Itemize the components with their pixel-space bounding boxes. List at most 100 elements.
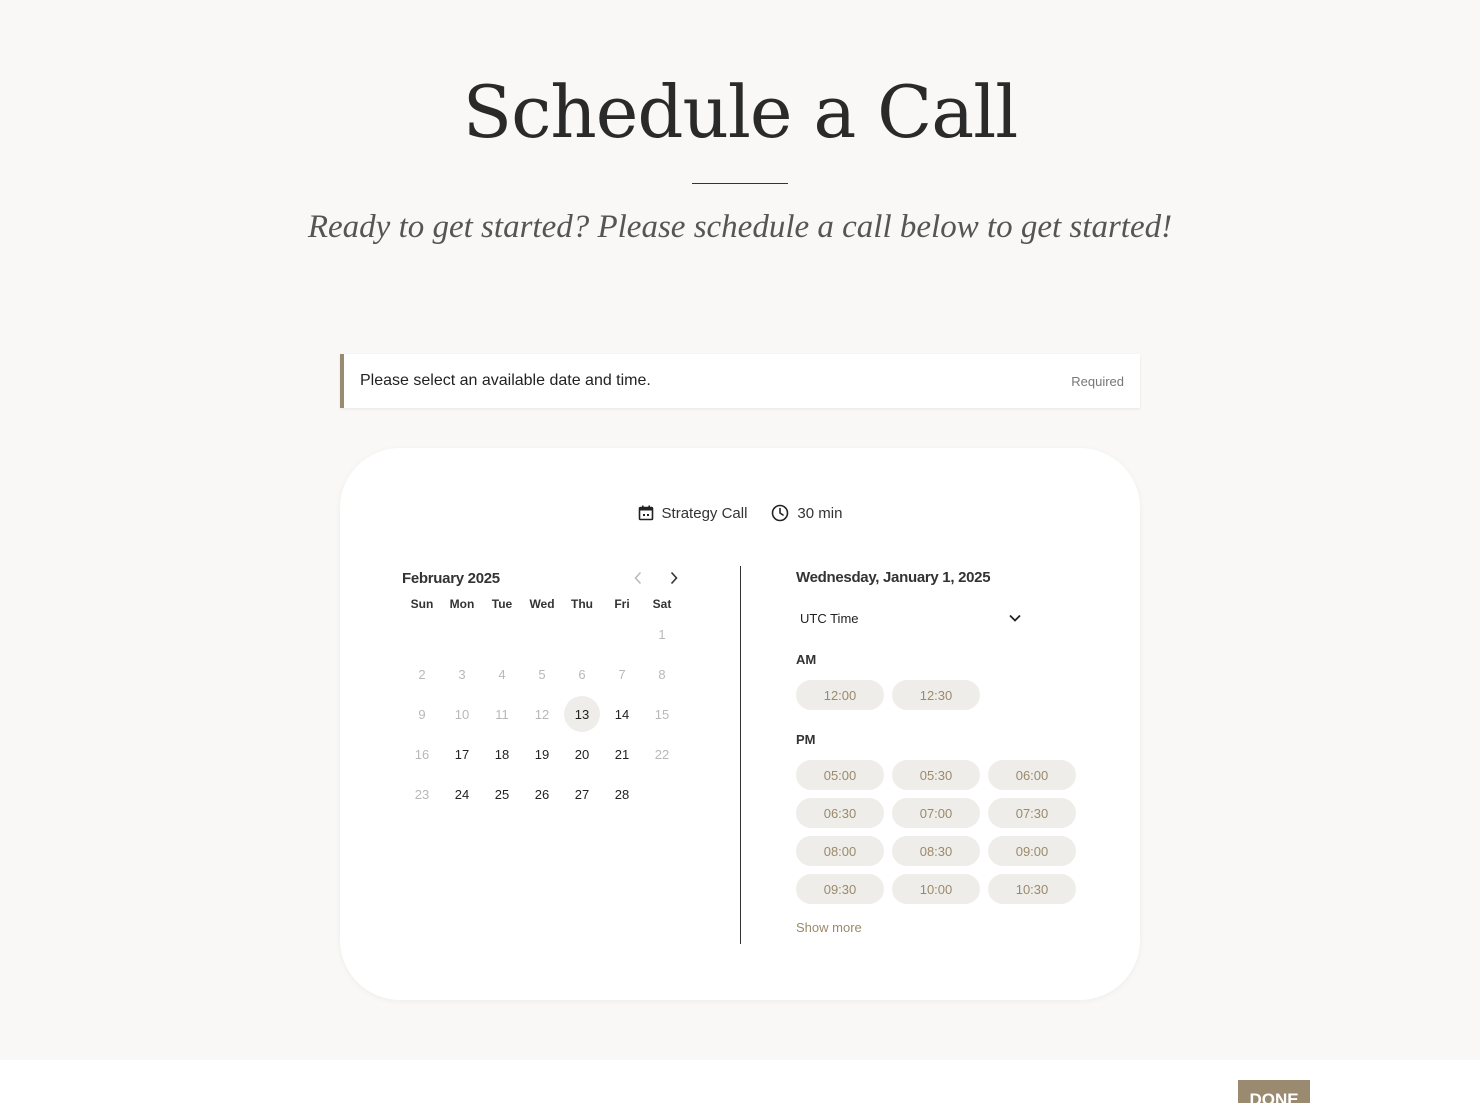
calendar-day: 15 bbox=[642, 694, 682, 734]
calendar-day: 8 bbox=[642, 654, 682, 694]
clock-icon bbox=[771, 504, 789, 522]
calendar-day[interactable]: 14 bbox=[602, 694, 642, 734]
time-slot-panel: Wednesday, January 1, 2025 UTC Time AM 1… bbox=[796, 566, 1096, 935]
day-number: 7 bbox=[618, 666, 626, 682]
day-number: 22 bbox=[654, 746, 670, 762]
calendar-day: 9 bbox=[402, 694, 442, 734]
time-slot-button[interactable]: 08:30 bbox=[892, 836, 980, 866]
day-number: 26 bbox=[534, 786, 550, 802]
day-number: 15 bbox=[654, 706, 670, 722]
empty-day-cell bbox=[522, 614, 562, 654]
weekday-header: Sun Mon Tue Wed Thu Fri Sat bbox=[402, 594, 686, 614]
prev-month-button[interactable] bbox=[630, 570, 646, 586]
weekday-label: Sat bbox=[652, 597, 672, 611]
am-label: AM bbox=[796, 652, 817, 667]
calendar-day: 12 bbox=[522, 694, 562, 734]
calendar-header: February 2025 bbox=[402, 566, 686, 590]
page-subtitle: Ready to get started? Please schedule a … bbox=[307, 209, 1173, 245]
day-number: 3 bbox=[458, 666, 466, 682]
time-slot-button[interactable]: 09:30 bbox=[796, 874, 884, 904]
calendar-day: 4 bbox=[482, 654, 522, 694]
calendar-day: 23 bbox=[402, 774, 442, 814]
calendar-day: 2 bbox=[402, 654, 442, 694]
timezone-value: UTC Time bbox=[800, 610, 859, 626]
time-slot-button[interactable]: 10:00 bbox=[892, 874, 980, 904]
pm-label: PM bbox=[796, 732, 816, 747]
calendar-day: 1 bbox=[642, 614, 682, 654]
time-slot-button[interactable]: 12:00 bbox=[796, 680, 884, 710]
meeting-info: Strategy Call 30 min bbox=[340, 504, 1140, 522]
time-slot-button[interactable]: 07:30 bbox=[988, 798, 1076, 828]
meeting-duration-label: 30 min bbox=[797, 504, 843, 522]
meeting-name: Strategy Call bbox=[638, 504, 748, 522]
day-number: 23 bbox=[414, 786, 430, 802]
weekday-label: Wed bbox=[529, 597, 555, 611]
notice-text: Please select an available date and time… bbox=[360, 372, 651, 389]
validation-notice: Please select an available date and time… bbox=[340, 354, 1140, 408]
day-number: 24 bbox=[454, 786, 470, 802]
calendar-day: 10 bbox=[442, 694, 482, 734]
calendar-day[interactable]: 19 bbox=[522, 734, 562, 774]
selected-date-label: Wednesday, January 1, 2025 bbox=[796, 569, 991, 586]
timezone-select[interactable]: UTC Time bbox=[796, 606, 1022, 630]
calendar-day[interactable]: 26 bbox=[522, 774, 562, 814]
day-number: 14 bbox=[614, 706, 630, 722]
time-slot-button[interactable]: 05:30 bbox=[892, 760, 980, 790]
done-button[interactable]: DONE bbox=[1238, 1080, 1310, 1103]
weekday-label: Mon bbox=[449, 597, 475, 611]
calendar-day: 3 bbox=[442, 654, 482, 694]
required-label: Required bbox=[1071, 373, 1124, 389]
day-number: 13 bbox=[564, 696, 600, 732]
calendar-day[interactable]: 20 bbox=[562, 734, 602, 774]
day-number: 18 bbox=[494, 746, 510, 762]
day-number: 11 bbox=[495, 706, 509, 722]
time-slot-button[interactable]: 12:30 bbox=[892, 680, 980, 710]
time-slot-button[interactable]: 08:00 bbox=[796, 836, 884, 866]
show-more-link[interactable]: Show more bbox=[796, 920, 1096, 935]
empty-day-cell bbox=[442, 614, 482, 654]
day-number: 27 bbox=[574, 786, 590, 802]
page-title: Schedule a Call bbox=[462, 70, 1019, 154]
time-slot-button[interactable]: 07:00 bbox=[892, 798, 980, 828]
calendar-day[interactable]: 28 bbox=[602, 774, 642, 814]
empty-day-cell bbox=[562, 614, 602, 654]
chevron-down-icon bbox=[1009, 614, 1021, 622]
weekday-label: Fri bbox=[614, 597, 630, 611]
time-slot-button[interactable]: 06:00 bbox=[988, 760, 1076, 790]
weekday-label: Thu bbox=[571, 597, 593, 611]
next-month-button[interactable] bbox=[666, 570, 682, 586]
calendar-day: 7 bbox=[602, 654, 642, 694]
pm-slot-grid: 05:00 05:30 06:00 06:30 07:00 07:30 08:00 08:30… bbox=[796, 760, 1096, 904]
title-divider bbox=[692, 183, 788, 184]
day-number: 17 bbox=[454, 746, 470, 762]
day-number: 19 bbox=[534, 746, 550, 762]
calendar-day-selected[interactable]: 13 bbox=[562, 694, 602, 734]
day-number: 20 bbox=[574, 746, 590, 762]
day-number: 1 bbox=[658, 626, 666, 642]
empty-day-cell bbox=[602, 614, 642, 654]
calendar-day[interactable]: 25 bbox=[482, 774, 522, 814]
day-number: 28 bbox=[614, 786, 630, 802]
time-slot-button[interactable]: 06:30 bbox=[796, 798, 884, 828]
time-slot-button[interactable]: 05:00 bbox=[796, 760, 884, 790]
day-number: 16 bbox=[414, 746, 430, 762]
chevron-left-icon bbox=[634, 571, 642, 585]
column-divider bbox=[740, 566, 741, 944]
time-slot-button[interactable]: 10:30 bbox=[988, 874, 1076, 904]
day-number: 6 bbox=[578, 666, 586, 682]
day-number: 5 bbox=[538, 666, 546, 682]
calendar-day[interactable]: 21 bbox=[602, 734, 642, 774]
calendar-day[interactable]: 17 bbox=[442, 734, 482, 774]
calendar-icon bbox=[638, 505, 654, 521]
calendar-nav bbox=[630, 570, 682, 586]
day-number: 4 bbox=[498, 666, 506, 682]
time-slot-button[interactable]: 09:00 bbox=[988, 836, 1076, 866]
calendar-day: 22 bbox=[642, 734, 682, 774]
meeting-name-label: Strategy Call bbox=[661, 504, 748, 522]
calendar-day[interactable]: 27 bbox=[562, 774, 602, 814]
date-picker: February 2025 Sun Mon Tue Wed Thu Fri Sat 1234… bbox=[402, 566, 686, 814]
empty-day-cell bbox=[402, 614, 442, 654]
calendar-day[interactable]: 24 bbox=[442, 774, 482, 814]
calendar-day[interactable]: 18 bbox=[482, 734, 522, 774]
day-number: 8 bbox=[658, 666, 666, 682]
